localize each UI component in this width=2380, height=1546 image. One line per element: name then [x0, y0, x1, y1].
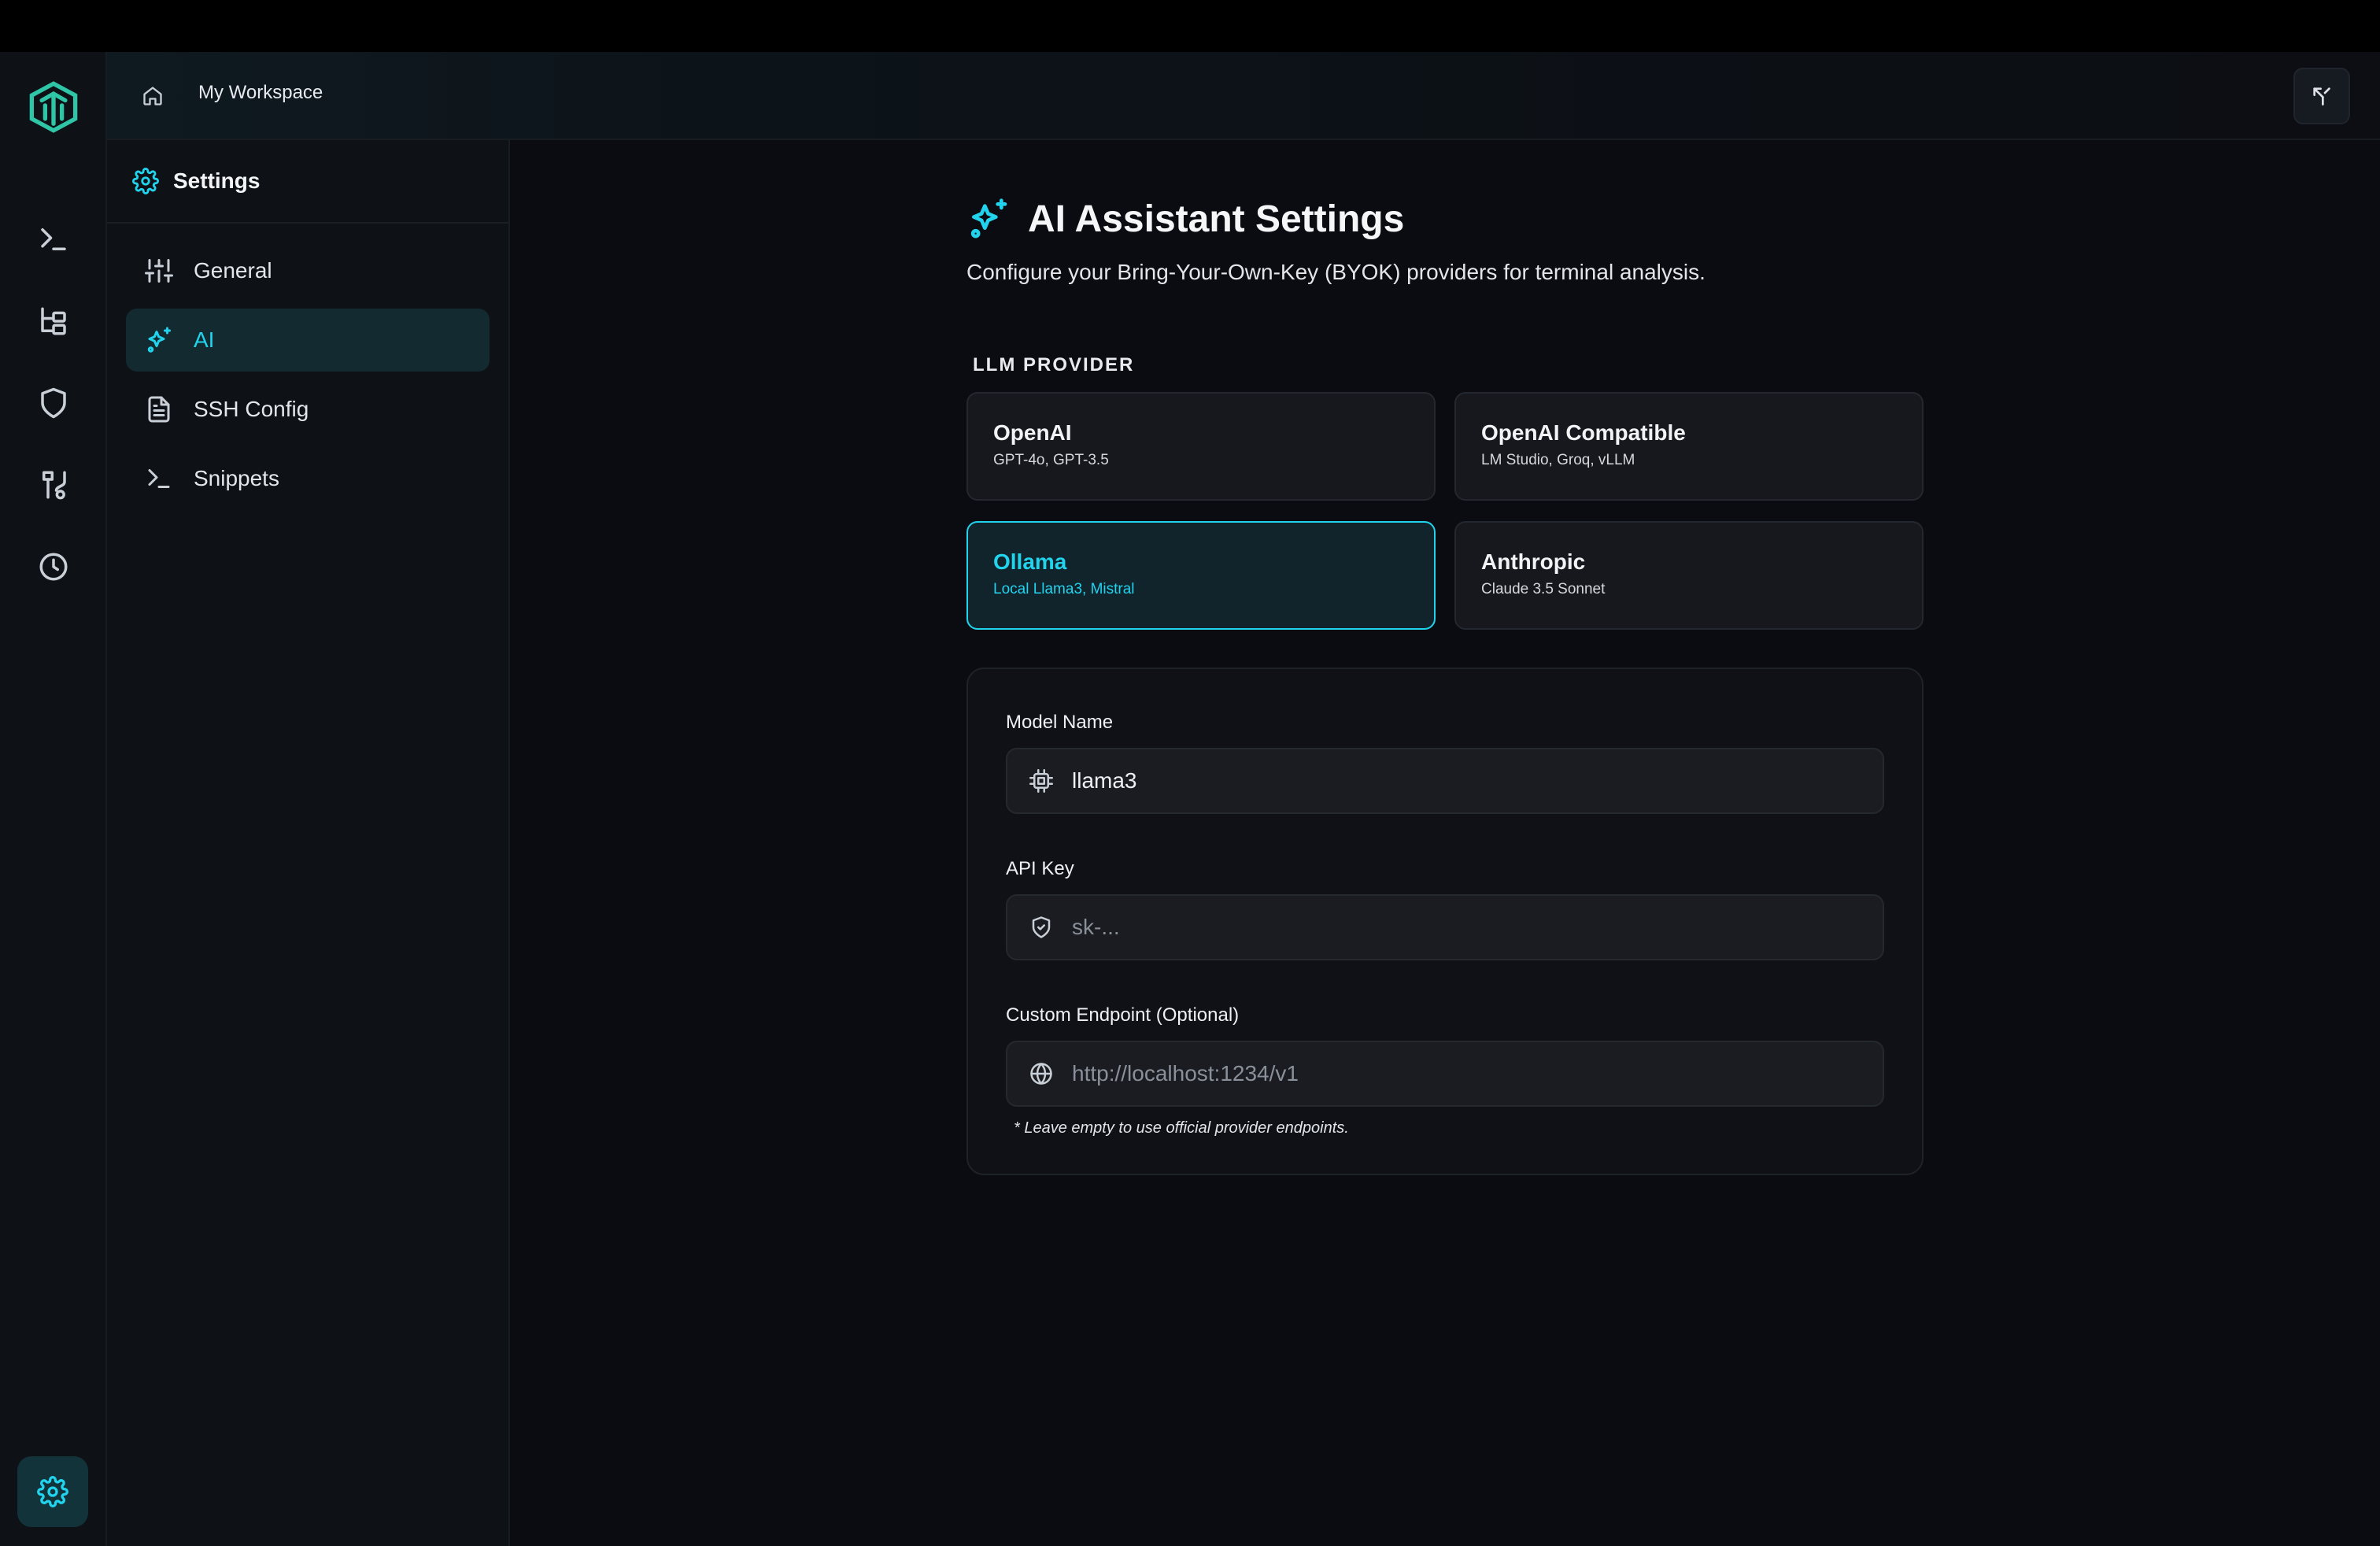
- file-tree-icon[interactable]: [27, 294, 80, 348]
- custom-endpoint-label: Custom Endpoint (Optional): [1006, 1004, 1240, 1026]
- sidebar-item-label: General: [194, 258, 272, 283]
- ai-settings-panel: AI Assistant Settings Configure your Bri…: [966, 192, 1924, 1175]
- page-title-row: AI Assistant Settings: [966, 192, 1924, 246]
- provider-card-openai[interactable]: OpenAI GPT-4o, GPT-3.5: [966, 392, 1436, 501]
- provider-card-ollama[interactable]: Ollama Local Llama3, Mistral: [966, 521, 1436, 630]
- provider-desc: Claude 3.5 Sonnet: [1481, 581, 1606, 597]
- custom-endpoint-placeholder: http://localhost:1234/v1: [1072, 1061, 1299, 1086]
- settings-nav: General AI SSH Config Snippets: [107, 224, 508, 532]
- provider-section-label: LLM PROVIDER: [973, 354, 1135, 375]
- custom-endpoint-input[interactable]: http://localhost:1234/v1: [1006, 1041, 1884, 1107]
- sparkles-icon: [970, 198, 1007, 239]
- clock-icon[interactable]: [27, 540, 80, 594]
- provider-desc: Local Llama3, Mistral: [993, 581, 1135, 597]
- route-icon[interactable]: [27, 458, 80, 512]
- api-key-label: API Key: [1006, 858, 1074, 879]
- settings-gear-button[interactable]: [17, 1456, 88, 1527]
- arrow-up-left-icon: [2313, 87, 2330, 105]
- sidebar-item-label: Snippets: [194, 466, 279, 490]
- gear-icon: [37, 1476, 68, 1507]
- model-name-label: Model Name: [1006, 712, 1114, 733]
- provider-name: OpenAI Compatible: [1481, 420, 1686, 445]
- top-header: My Workspace: [107, 52, 2380, 140]
- page-title: AI Assistant Settings: [1028, 198, 1405, 240]
- sidebar-title: Settings: [173, 168, 261, 193]
- home-icon[interactable]: [137, 80, 168, 112]
- icon-rail: [0, 52, 107, 1546]
- api-key-placeholder: sk-...: [1072, 915, 1120, 939]
- cpu-chip-icon: [1029, 769, 1053, 793]
- app-logo-icon: [27, 80, 80, 134]
- provider-card-anthropic[interactable]: Anthropic Claude 3.5 Sonnet: [1454, 521, 1924, 630]
- provider-desc: LM Studio, Groq, vLLM: [1481, 452, 1635, 468]
- provider-card-openai-compatible[interactable]: OpenAI Compatible LM Studio, Groq, vLLM: [1454, 392, 1924, 501]
- provider-desc: GPT-4o, GPT-3.5: [993, 452, 1109, 468]
- globe-icon: [1030, 1063, 1052, 1085]
- sidebar-item-snippets[interactable]: Snippets: [126, 447, 490, 510]
- sidebar-header: Settings: [107, 140, 508, 224]
- expand-button[interactable]: [2293, 68, 2350, 124]
- sidebar-item-label: AI: [194, 327, 215, 352]
- provider-name: Anthropic: [1481, 549, 1586, 574]
- main-content: AI Assistant Settings Configure your Bri…: [512, 140, 2380, 1546]
- shield-check-icon: [1032, 916, 1051, 938]
- terminal-icon[interactable]: [27, 213, 80, 266]
- provider-name: OpenAI: [993, 420, 1072, 445]
- sliders-icon: [145, 259, 173, 283]
- file-text-icon: [148, 396, 170, 423]
- workspace-tab[interactable]: My Workspace: [198, 82, 323, 104]
- api-key-input[interactable]: sk-...: [1006, 894, 1884, 960]
- provider-name: Ollama: [993, 549, 1067, 574]
- terminal-icon: [148, 469, 170, 488]
- settings-sidebar: Settings General AI SSH Config Snippets: [107, 140, 510, 1546]
- endpoint-note: * Leave empty to use official provider e…: [1014, 1119, 1349, 1137]
- model-name-value: llama3: [1072, 768, 1137, 793]
- sparkles-icon: [147, 327, 171, 353]
- provider-grid: OpenAI GPT-4o, GPT-3.5 OpenAI Compatible…: [966, 392, 1924, 630]
- page-subtitle: Configure your Bring-Your-Own-Key (BYOK)…: [966, 260, 1706, 284]
- provider-config-form: Model Name llama3 API Key sk-... Custom …: [966, 668, 1924, 1175]
- window-top-bar: [0, 0, 2380, 52]
- sidebar-item-ssh-config[interactable]: SSH Config: [126, 378, 490, 441]
- shield-icon[interactable]: [27, 376, 80, 430]
- sidebar-item-general[interactable]: General: [126, 239, 490, 302]
- sidebar-item-ai[interactable]: AI: [126, 309, 490, 372]
- gear-icon: [132, 168, 159, 194]
- model-name-input[interactable]: llama3: [1006, 748, 1884, 814]
- sidebar-item-label: SSH Config: [194, 397, 309, 421]
